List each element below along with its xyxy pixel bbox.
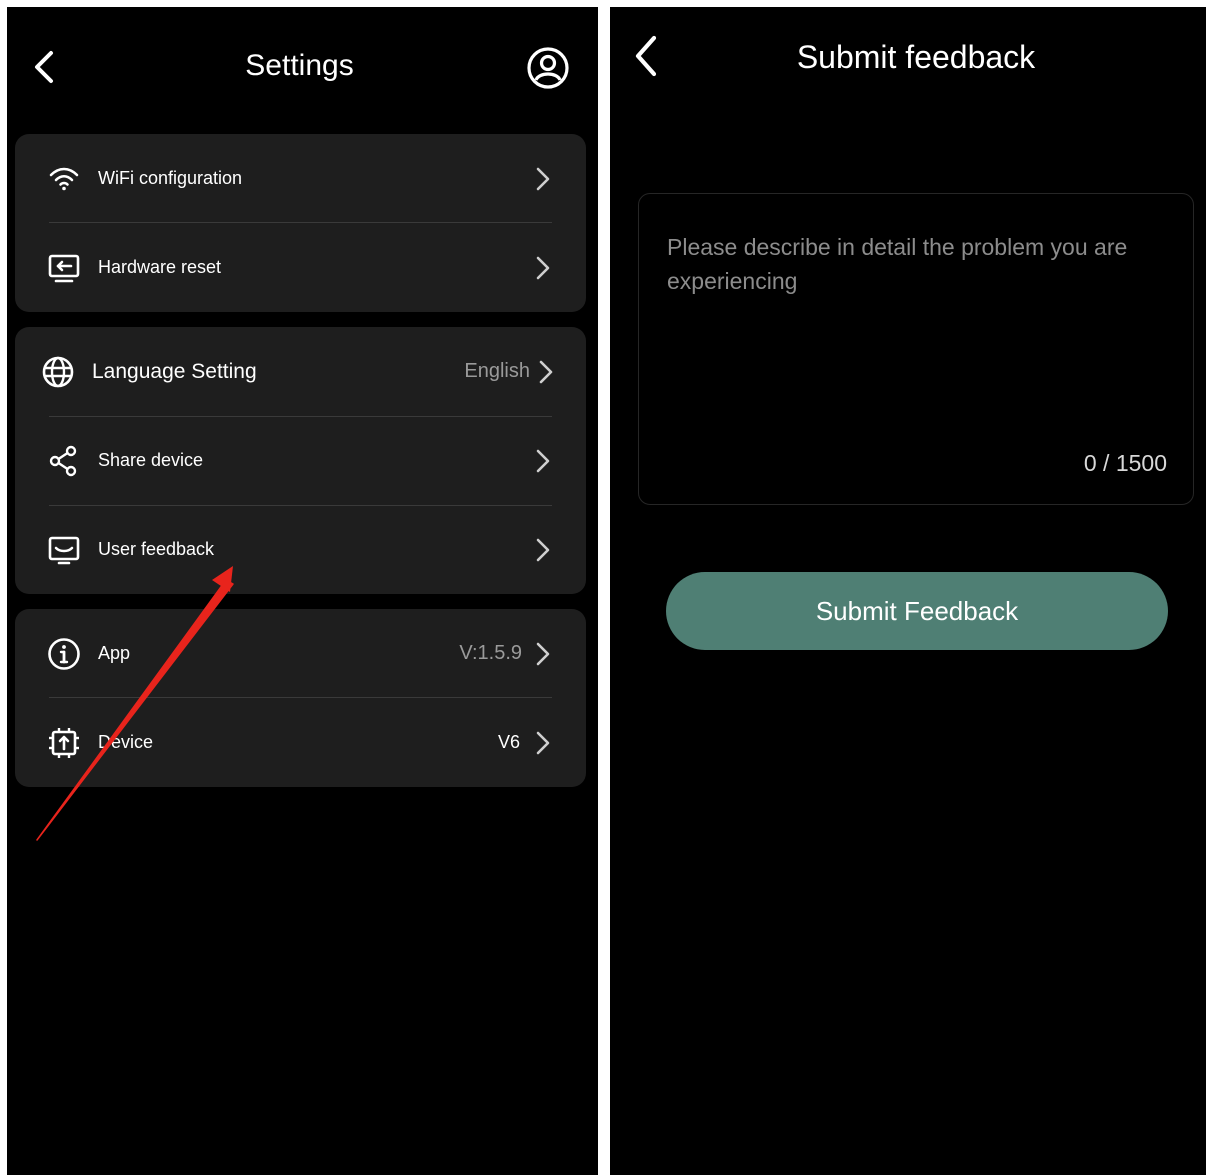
user-feedback-label: User feedback bbox=[98, 539, 215, 559]
chevron-right-icon bbox=[539, 360, 553, 384]
settings-screen: Settings WiFi configuration Hardware res… bbox=[7, 7, 598, 1175]
chip-upgrade-icon bbox=[49, 728, 79, 758]
chevron-right-icon bbox=[536, 731, 550, 755]
settings-item-device[interactable]: Device V6 bbox=[15, 698, 586, 787]
settings-item-language[interactable]: Language Setting English bbox=[15, 327, 586, 416]
feedback-textarea[interactable] bbox=[665, 228, 1169, 432]
settings-group-connectivity: WiFi configuration Hardware reset bbox=[15, 134, 586, 312]
settings-item-share-device[interactable]: Share device bbox=[15, 416, 586, 505]
app-label: App bbox=[98, 643, 131, 663]
wifi-label: WiFi configuration bbox=[98, 168, 243, 188]
language-value: English bbox=[464, 360, 530, 382]
chevron-right-icon bbox=[536, 449, 550, 473]
settings-group-about: App V:1.5.9 Device V6 bbox=[15, 609, 586, 787]
settings-item-user-feedback[interactable]: User feedback bbox=[15, 505, 586, 594]
wifi-icon bbox=[49, 167, 79, 191]
globe-icon bbox=[42, 356, 74, 388]
settings-item-hardware-reset[interactable]: Hardware reset bbox=[15, 223, 586, 312]
share-icon bbox=[49, 445, 77, 477]
language-label: Language Setting bbox=[92, 360, 257, 383]
device-version-value: V6 bbox=[497, 732, 520, 752]
user-circle-icon[interactable] bbox=[525, 45, 571, 91]
page-title: Submit feedback bbox=[796, 39, 1036, 75]
settings-item-wifi[interactable]: WiFi configuration bbox=[15, 134, 586, 223]
hardware-reset-label: Hardware reset bbox=[98, 257, 222, 277]
feedback-icon bbox=[48, 536, 80, 565]
character-counter: 0 / 1500 bbox=[1083, 450, 1167, 476]
chevron-right-icon bbox=[536, 642, 550, 666]
share-device-label: Share device bbox=[98, 450, 204, 470]
device-label: Device bbox=[98, 732, 154, 752]
submit-feedback-button[interactable]: Submit Feedback bbox=[666, 572, 1168, 650]
app-version-value: V:1.5.9 bbox=[459, 642, 522, 664]
chevron-right-icon bbox=[536, 167, 550, 191]
feedback-screen: Submit feedback 0 / 1500 Submit Feedback bbox=[610, 7, 1206, 1175]
hardware-reset-icon bbox=[48, 254, 80, 283]
settings-item-app[interactable]: App V:1.5.9 bbox=[15, 609, 586, 698]
settings-group-general: Language Setting English Share device Us… bbox=[15, 327, 586, 594]
chevron-right-icon bbox=[536, 256, 550, 280]
page-title: Settings bbox=[245, 49, 354, 82]
chevron-right-icon bbox=[536, 538, 550, 562]
feedback-input-box: 0 / 1500 bbox=[638, 193, 1194, 505]
info-icon bbox=[48, 638, 80, 670]
